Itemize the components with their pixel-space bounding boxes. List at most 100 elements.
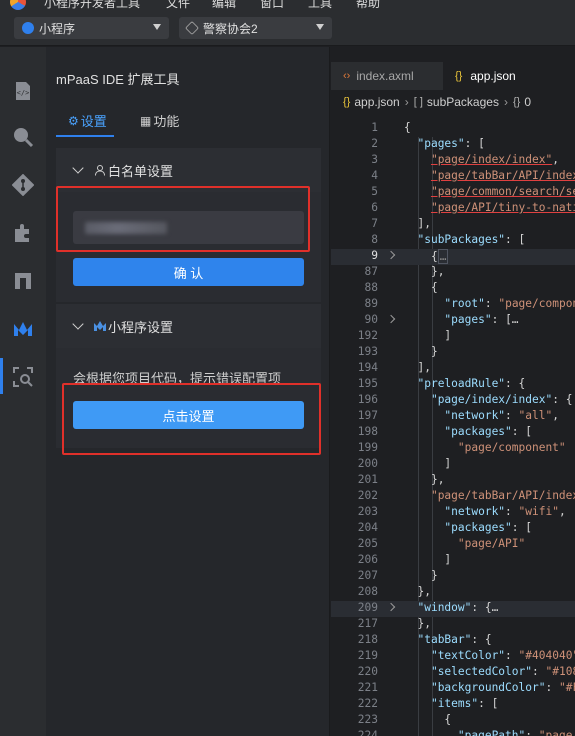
code-line[interactable]: 205 "page/API" — [331, 537, 575, 553]
code-line[interactable]: 218 "tabBar": { — [331, 633, 575, 649]
mpaas-icon[interactable] — [11, 317, 35, 341]
code-line[interactable]: 200 ] — [331, 457, 575, 473]
miniprogram-title: 小程序设置 — [108, 319, 174, 335]
code-line[interactable]: 6 "page/API/tiny-to-nati — [331, 201, 575, 217]
code-line[interactable]: 5 "page/common/search/se — [331, 185, 575, 201]
code-line[interactable]: 2 "pages": [ — [331, 137, 575, 153]
whitelist-title: 白名单设置 — [108, 163, 174, 179]
tab-underline — [56, 135, 114, 137]
line-number: 196 — [357, 393, 378, 406]
code-line[interactable]: 223 { — [331, 713, 575, 729]
code-line[interactable]: 1{ — [331, 121, 575, 137]
code-text: "page/API/tiny-to-nati — [430, 201, 575, 214]
code-line[interactable]: 8 "subPackages": [ — [331, 233, 575, 249]
line-number: 205 — [357, 537, 378, 550]
editor-tab-bar: ‹› index.axml {} app.json — [331, 62, 575, 90]
line-number: 218 — [357, 633, 378, 646]
breadcrumb-file[interactable]: app.json — [354, 95, 399, 109]
line-number: 220 — [357, 665, 378, 678]
code-line[interactable]: 201 }, — [331, 473, 575, 489]
project-icon — [184, 20, 200, 36]
app-logo-icon — [10, 0, 26, 10]
search-icon[interactable] — [11, 125, 35, 149]
code-line[interactable]: 204 "packages": [ — [331, 521, 575, 537]
code-line[interactable]: 90 "pages": [… — [331, 313, 575, 329]
line-number: 87 — [364, 265, 378, 278]
code-line[interactable]: 199 "page/component" — [331, 441, 575, 457]
code-line[interactable]: 9 {… — [331, 249, 575, 265]
active-indicator — [0, 358, 3, 394]
code-text: ], — [417, 217, 431, 230]
chevron-down-icon — [72, 162, 84, 174]
line-number: 4 — [371, 169, 378, 182]
menu-item-tools[interactable]: 工具 — [308, 0, 332, 10]
menu-item-help[interactable]: 帮助 — [356, 0, 380, 10]
code-line[interactable]: 195 "preloadRule": { — [331, 377, 575, 393]
code-line[interactable]: 202 "page/tabBar/API/index — [331, 489, 575, 505]
fold-chevron-icon[interactable] — [386, 314, 396, 324]
tab-settings[interactable]: ⚙ 设置 — [68, 111, 107, 130]
tab-app-json[interactable]: {} app.json — [443, 62, 575, 90]
code-editor[interactable]: 1{2 "pages": [3 "page/index/index", 4 "pa… — [331, 113, 575, 736]
line-number: 198 — [357, 425, 378, 438]
line-number: 8 — [371, 233, 378, 246]
breadcrumb-subpackages[interactable]: subPackages — [427, 95, 499, 109]
code-line[interactable]: 193 } — [331, 345, 575, 361]
object-icon: {} — [512, 96, 521, 108]
menu-item-edit[interactable]: 编辑 — [212, 0, 236, 10]
code-line[interactable]: 87 }, — [331, 265, 575, 281]
code-line[interactable]: 198 "packages": [ — [331, 425, 575, 441]
extensions-icon[interactable] — [11, 221, 35, 245]
code-icon[interactable]: </> — [11, 79, 35, 103]
code-line[interactable]: 203 "network": "wifi", — [331, 505, 575, 521]
code-line[interactable]: 219 "textColor": "#404040" — [331, 649, 575, 665]
confirm-button[interactable]: 确 认 — [73, 258, 304, 286]
line-number: 195 — [357, 377, 378, 390]
project-type-select[interactable]: 小程序 — [14, 17, 169, 39]
code-line[interactable]: 208 }, — [331, 585, 575, 601]
code-line[interactable]: 88 { — [331, 281, 575, 297]
menu-item-file[interactable]: 文件 — [166, 0, 190, 10]
menu-item-window[interactable]: 窗口 — [260, 0, 284, 10]
code-line[interactable]: 221 "backgroundColor": "#F — [331, 681, 575, 697]
code-line[interactable]: 209 "window": {… — [331, 601, 575, 617]
code-line[interactable]: 196 "page/index/index": { — [331, 393, 575, 409]
code-line[interactable]: 222 "items": [ — [331, 697, 575, 713]
fold-chevron-icon[interactable] — [386, 250, 396, 260]
line-number: 192 — [357, 329, 378, 342]
code-text: {… — [430, 249, 449, 264]
git-icon[interactable] — [11, 173, 35, 197]
code-line[interactable]: 3 "page/index/index", — [331, 153, 575, 169]
line-number: 203 — [357, 505, 378, 518]
code-line[interactable]: 194 ], — [331, 361, 575, 377]
line-number: 193 — [357, 345, 378, 358]
code-line[interactable]: 206 ] — [331, 553, 575, 569]
breadcrumb-index[interactable]: 0 — [524, 95, 531, 109]
code-text: }, — [417, 585, 431, 598]
code-line[interactable]: 197 "network": "all", — [331, 409, 575, 425]
code-text: "page/index/index", — [430, 153, 559, 166]
code-line[interactable]: 217 }, — [331, 617, 575, 633]
line-number: 219 — [357, 649, 378, 662]
tab-features[interactable]: ▦ 功能 — [140, 111, 179, 130]
chevron-down-icon — [316, 24, 324, 30]
code-line[interactable]: 4 "page/tabBar/API/index — [331, 169, 575, 185]
code-line[interactable]: 207 } — [331, 569, 575, 585]
layout-icon[interactable] — [11, 269, 35, 293]
code-line[interactable]: 7 ], — [331, 217, 575, 233]
tab-index-axml[interactable]: ‹› index.axml — [331, 62, 443, 90]
code-text: "page/tabBar/API/index — [430, 169, 575, 182]
menu-item-app[interactable]: 小程序开发者工具 — [44, 0, 140, 10]
code-line[interactable]: 224 "pagePath": "page/ — [331, 729, 575, 736]
code-line[interactable]: 220 "selectedColor": "#108 — [331, 665, 575, 681]
scan-icon[interactable] — [11, 365, 35, 389]
tab-settings-label: 设置 — [80, 114, 107, 129]
code-line[interactable]: 192 ] — [331, 329, 575, 345]
line-number: 6 — [371, 201, 378, 214]
fold-chevron-icon[interactable] — [386, 602, 396, 612]
miniprogram-section-header[interactable]: 小程序设置 — [56, 304, 321, 348]
code-line[interactable]: 89 "root": "page/compon — [331, 297, 575, 313]
project-type-value: 小程序 — [39, 21, 76, 36]
code-text: { — [430, 281, 438, 294]
project-name-select[interactable]: 警察协会2 — [179, 17, 332, 39]
